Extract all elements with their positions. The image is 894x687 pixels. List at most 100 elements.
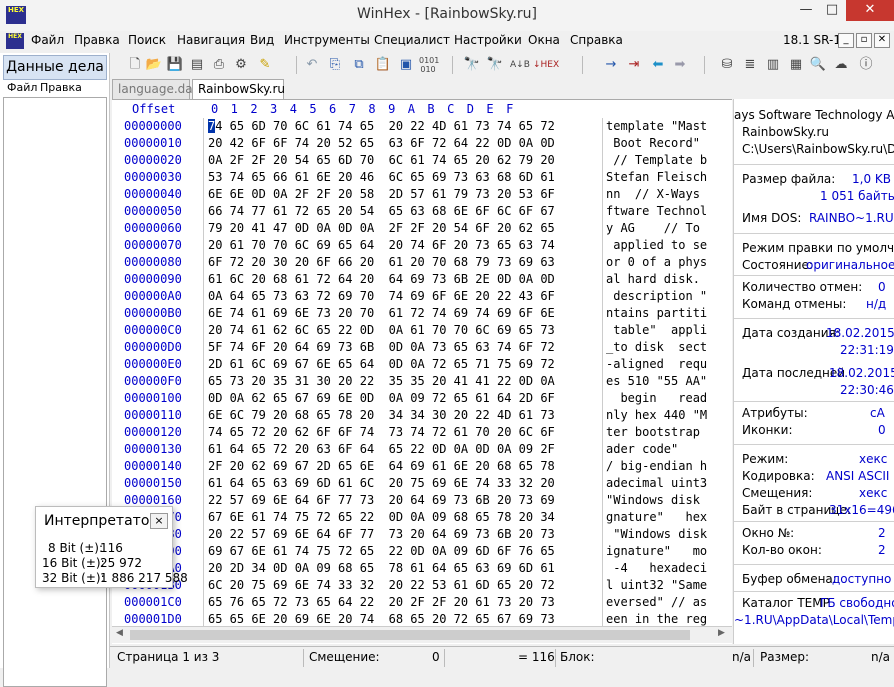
row-ascii[interactable]: Boot Record" <box>606 135 700 152</box>
row-ascii[interactable]: "Windows disk <box>606 492 700 509</box>
row-hex-bytes[interactable]: 20 61 70 70 6C 69 65 64 20 74 6F 20 73 6… <box>208 237 555 254</box>
case-menu-edit[interactable]: Правка <box>40 81 82 94</box>
row-offset[interactable]: 000000B0 <box>124 305 182 322</box>
row-ascii[interactable]: es 510 "55 AA" <box>606 373 707 390</box>
replace-text-icon[interactable]: A↓B <box>510 56 530 74</box>
tab-language-dat[interactable]: language.dat <box>112 79 197 99</box>
row-ascii[interactable]: _to disk sect <box>606 339 707 356</box>
data-interpreter-window[interactable]: Интерпретато... × 8 Bit (±): 116 16 Bit … <box>35 506 188 588</box>
row-hex-bytes[interactable]: 79 20 41 47 0D 0A 0D 0A 2F 2F 20 54 6F 2… <box>208 220 555 237</box>
minimize-button[interactable]: — <box>793 0 819 21</box>
row-hex-bytes[interactable]: 66 74 77 61 72 65 20 54 65 63 68 6E 6F 6… <box>208 203 555 220</box>
copy-icon[interactable]: ⧉ <box>350 56 368 74</box>
case-menu-file[interactable]: Файл <box>7 81 37 94</box>
row-offset[interactable]: 00000100 <box>124 390 182 407</box>
row-offset[interactable]: 00000010 <box>124 135 182 152</box>
row-ascii[interactable]: description " <box>606 288 707 305</box>
menu-edit[interactable]: Правка <box>74 33 120 47</box>
mdi-restore-button[interactable]: ▫ <box>856 33 872 48</box>
row-hex-bytes[interactable]: 20 2D 34 0D 0A 09 68 65 78 61 64 65 63 6… <box>208 560 555 577</box>
document-logo-icon[interactable]: HEX <box>6 33 24 49</box>
menu-file[interactable]: Файл <box>31 33 64 47</box>
undo-icon[interactable]: ↶ <box>303 56 321 74</box>
row-ascii[interactable]: l uint32 "Same <box>606 577 707 594</box>
maximize-button[interactable]: □ <box>819 0 845 21</box>
scroll-right-icon[interactable]: ▶ <box>718 628 725 638</box>
row-hex-bytes[interactable]: 6E 6E 0D 0A 2F 2F 20 58 2D 57 61 79 73 2… <box>208 186 555 203</box>
row-offset[interactable]: 000000A0 <box>124 288 182 305</box>
cut-icon[interactable]: ⎘ <box>326 56 344 74</box>
row-offset[interactable]: 00000000 <box>124 118 182 135</box>
properties-icon[interactable]: ⚙ <box>232 56 250 74</box>
row-ascii[interactable]: begin read <box>606 390 707 407</box>
row-hex-bytes[interactable]: 69 67 6E 61 74 75 72 65 22 0D 0A 09 6D 6… <box>208 543 555 560</box>
row-offset[interactable]: 00000150 <box>124 475 182 492</box>
scrollbar-thumb[interactable] <box>130 630 690 640</box>
row-ascii[interactable]: table" appli <box>606 322 707 339</box>
disk-editor-icon[interactable]: ≣ <box>741 56 759 74</box>
row-ascii[interactable]: gnature" hex <box>606 509 707 526</box>
row-offset[interactable]: 00000020 <box>124 152 182 169</box>
row-hex-bytes[interactable]: 0D 0A 62 65 67 69 6E 0D 0A 09 72 65 61 6… <box>208 390 555 407</box>
paste-special-icon[interactable]: ▣ <box>397 56 415 74</box>
row-offset[interactable]: 000000D0 <box>124 339 182 356</box>
tab-rainbowsky-ru[interactable]: RainbowSky.ru <box>192 79 285 99</box>
row-offset[interactable]: 00000070 <box>124 237 182 254</box>
row-hex-bytes[interactable]: 20 42 6F 6F 74 20 52 65 63 6F 72 64 22 0… <box>208 135 555 152</box>
row-offset[interactable]: 00000120 <box>124 424 182 441</box>
row-ascii[interactable]: Stefan Fleisch <box>606 169 707 186</box>
menu-tools[interactable]: Инструменты <box>284 33 370 47</box>
menu-settings[interactable]: Настройки <box>454 33 522 47</box>
save-icon[interactable]: 💾 <box>166 56 184 74</box>
row-ascii[interactable]: // Template b <box>606 152 707 169</box>
row-ascii[interactable]: or 0 of a phys <box>606 254 707 271</box>
print-preview-icon[interactable]: ▤ <box>188 56 206 74</box>
back-icon[interactable]: ⬅ <box>649 56 667 74</box>
forward-icon[interactable]: ➡ <box>671 56 689 74</box>
row-hex-bytes[interactable]: 67 6E 61 74 75 72 65 22 0D 0A 09 68 65 7… <box>208 509 555 526</box>
row-hex-bytes[interactable]: 20 22 57 69 6E 64 6F 77 73 20 64 69 73 6… <box>208 526 555 543</box>
row-offset[interactable]: 000000E0 <box>124 356 182 373</box>
row-ascii[interactable]: ntains partiti <box>606 305 707 322</box>
row-hex-bytes[interactable]: 2D 61 6C 69 67 6E 65 64 0D 0A 72 65 71 7… <box>208 356 555 373</box>
edit-icon[interactable]: ✎ <box>256 56 274 74</box>
calculator-icon[interactable]: ▦ <box>787 56 805 74</box>
row-offset[interactable]: 000000C0 <box>124 322 182 339</box>
row-hex-bytes[interactable]: 61 6C 20 68 61 72 64 20 64 69 73 6B 2E 0… <box>208 271 555 288</box>
row-hex-bytes[interactable]: 0A 2F 2F 20 54 65 6D 70 6C 61 74 65 20 6… <box>208 152 555 169</box>
row-ascii[interactable]: ader code" <box>606 441 678 458</box>
row-ascii[interactable]: ftware Technol <box>606 203 707 220</box>
goto-offset-icon[interactable]: → <box>602 56 620 74</box>
row-offset[interactable]: 00000110 <box>124 407 182 424</box>
row-offset[interactable]: 000001C0 <box>124 594 182 611</box>
row-hex-bytes[interactable]: 65 76 65 72 73 65 64 22 20 2F 2F 20 61 7… <box>208 594 555 611</box>
print-icon[interactable]: ⎙ <box>210 56 228 74</box>
row-hex-bytes[interactable]: 61 64 65 63 69 6D 61 6C 20 75 69 6E 74 3… <box>208 475 555 492</box>
row-ascii[interactable]: eversed" // as <box>606 594 707 611</box>
menu-search[interactable]: Поиск <box>128 33 166 47</box>
row-ascii[interactable]: adecimal uint3 <box>606 475 707 492</box>
row-ascii[interactable]: al hard disk. <box>606 271 700 288</box>
row-hex-bytes[interactable]: 5F 74 6F 20 64 69 73 6B 0D 0A 73 65 63 7… <box>208 339 555 356</box>
menu-view[interactable]: Вид <box>250 33 274 47</box>
row-offset[interactable]: 00000040 <box>124 186 182 203</box>
row-offset[interactable]: 000000F0 <box>124 373 182 390</box>
row-hex-bytes[interactable]: 61 64 65 72 20 63 6F 64 65 22 0D 0A 0D 0… <box>208 441 555 458</box>
case-data-tree[interactable] <box>3 97 107 687</box>
row-hex-bytes[interactable]: 0A 64 65 73 63 72 69 70 74 69 6F 6E 20 2… <box>208 288 555 305</box>
row-ascii[interactable]: -4 hexadeci <box>606 560 707 577</box>
replace-hex-icon[interactable]: ↓HEX <box>533 56 559 74</box>
hex-editor[interactable]: Offset 0 1 2 3 4 5 6 7 8 9 A B C D E F 0… <box>112 99 732 644</box>
row-hex-bytes[interactable]: 74 65 72 20 62 6F 6F 74 73 74 72 61 70 2… <box>208 424 555 441</box>
row-offset[interactable]: 00000060 <box>124 220 182 237</box>
row-hex-bytes[interactable]: 53 74 65 66 61 6E 20 46 6C 65 69 73 63 6… <box>208 169 555 186</box>
scroll-left-icon[interactable]: ◀ <box>116 628 123 638</box>
mdi-close-button[interactable]: ✕ <box>874 33 890 48</box>
row-hex-bytes[interactable]: 20 74 61 62 6C 65 22 0D 0A 61 70 70 6C 6… <box>208 322 555 339</box>
row-ascii[interactable]: ter bootstrap <box>606 424 700 441</box>
open-file-icon[interactable]: 📂 <box>145 56 163 74</box>
row-hex-bytes[interactable]: 6E 74 61 69 6E 73 20 70 61 72 74 69 74 6… <box>208 305 555 322</box>
paste-icon[interactable]: 📋 <box>374 56 392 74</box>
menu-help[interactable]: Справка <box>570 33 623 47</box>
row-ascii[interactable]: -aligned requ <box>606 356 707 373</box>
